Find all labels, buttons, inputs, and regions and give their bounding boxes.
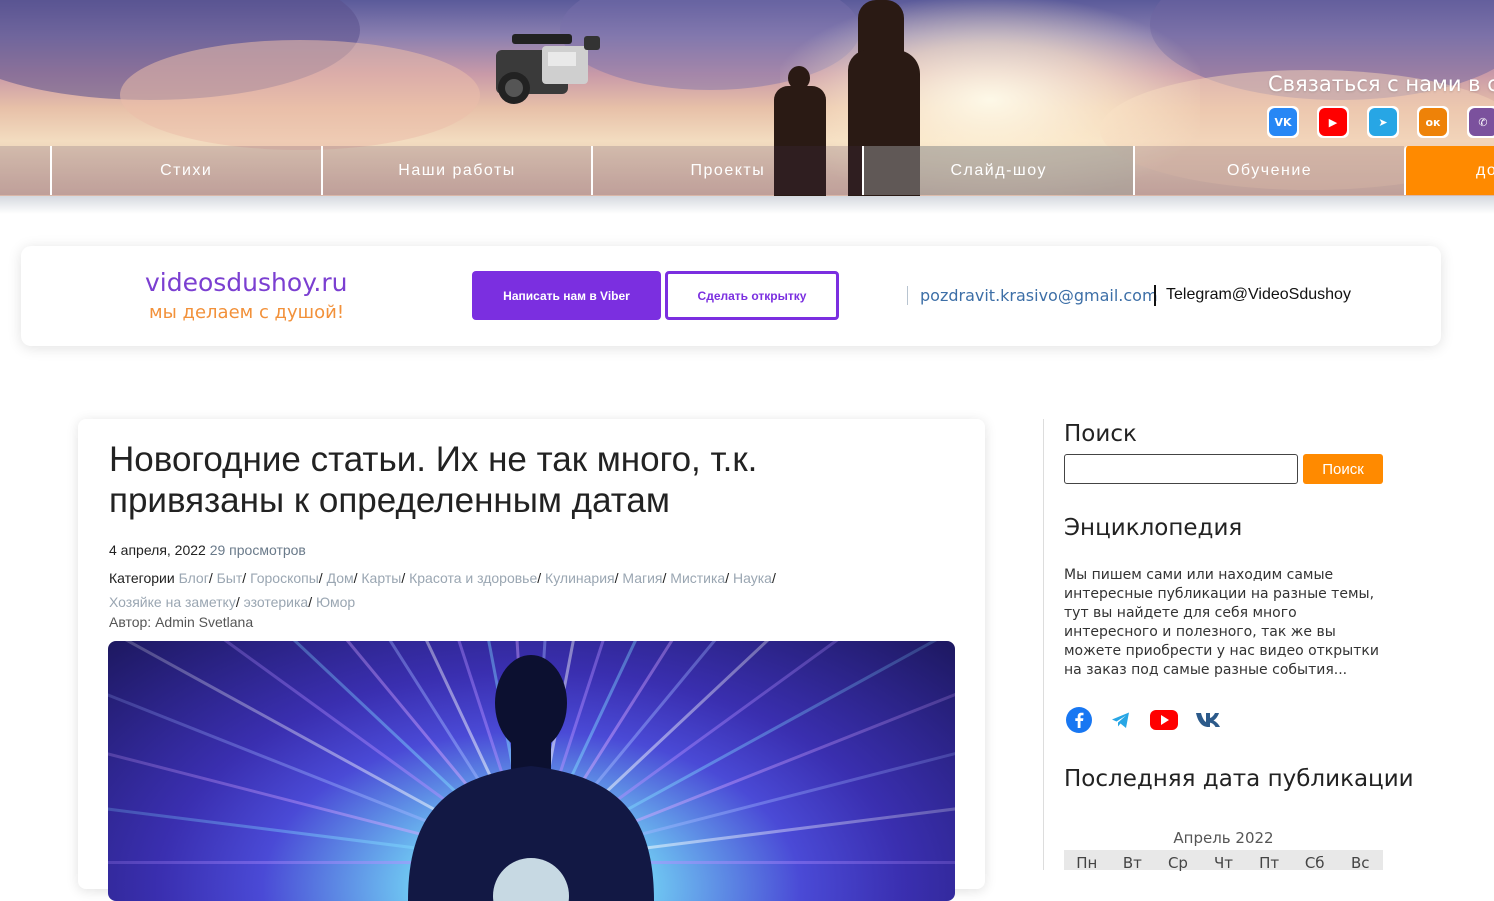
category-link[interactable]: эзотерика bbox=[244, 594, 309, 610]
vk-icon-glyph: VK bbox=[1269, 108, 1297, 136]
category-link[interactable]: Блог bbox=[179, 570, 209, 586]
telegram-link[interactable]: Telegram@VideoSdushoy bbox=[1166, 286, 1351, 304]
header-banner: Связаться с нами в с VK ▶ ➤ ок ✆ Стихи Наши … bbox=[0, 0, 1494, 196]
calendar-weekdays: Пн Вт Ср Чт Пт Сб Вс bbox=[1064, 850, 1383, 872]
email-link[interactable]: pozdravit.krasivo@gmail.com bbox=[920, 286, 1158, 305]
article-image bbox=[108, 641, 955, 901]
meditation-figure bbox=[408, 655, 654, 901]
make-card-button[interactable]: Сделать открытку bbox=[665, 271, 839, 320]
categories-label: Категории bbox=[109, 570, 175, 586]
calendar-weekday: Вс bbox=[1350, 854, 1370, 872]
odnoklassniki-icon[interactable]: ок bbox=[1417, 106, 1449, 138]
calendar-weekday: Вт bbox=[1122, 854, 1142, 872]
category-link[interactable]: Кулинария bbox=[545, 570, 615, 586]
calendar-weekday: Пн bbox=[1076, 854, 1098, 872]
nav-item-our-works[interactable]: Наши работы bbox=[320, 146, 592, 195]
top-bar: videosdushoy.ru мы делаем с душой! Напис… bbox=[21, 246, 1441, 346]
facebook-icon[interactable] bbox=[1066, 707, 1092, 733]
sidebar-divider bbox=[1043, 419, 1044, 870]
article-meta: 4 апреля, 2022 29 просмотров bbox=[109, 542, 306, 558]
category-separator: / bbox=[537, 570, 546, 586]
category-link[interactable]: Магия bbox=[622, 570, 662, 586]
contact-title: Связаться с нами в с bbox=[1268, 72, 1494, 96]
category-separator: / bbox=[401, 570, 410, 586]
search-input[interactable] bbox=[1064, 454, 1298, 484]
category-separator: / bbox=[318, 570, 327, 586]
category-separator: / bbox=[208, 570, 217, 586]
main-nav: Стихи Наши работы Проекты Слайд-шоу Обуч… bbox=[0, 146, 1494, 196]
calendar-weekday: Чт bbox=[1214, 854, 1234, 872]
nav-item-slideshow[interactable]: Слайд-шоу bbox=[862, 146, 1134, 195]
category-link[interactable]: Красота и здоровье bbox=[409, 570, 537, 586]
article-title: Новогодние статьи. Их не так много, т.к.… bbox=[109, 440, 758, 520]
article-categories: Категории Блог/ Быт/ Гороскопы/ Дом/ Кар… bbox=[109, 566, 869, 614]
category-link[interactable]: Хозяйке на заметку bbox=[109, 594, 236, 610]
search-button[interactable]: Поиск bbox=[1303, 454, 1383, 484]
viber-icon[interactable]: ✆ bbox=[1467, 106, 1494, 138]
category-separator: / bbox=[308, 594, 316, 610]
youtube-icon[interactable] bbox=[1150, 709, 1178, 731]
sidebar-social-row bbox=[1066, 707, 1223, 733]
encyclopedia-text: Мы пишем сами или находим самые интересн… bbox=[1064, 567, 1379, 678]
nav-item-blank[interactable] bbox=[0, 146, 50, 195]
viber-icon-glyph: ✆ bbox=[1469, 108, 1494, 136]
divider bbox=[907, 286, 908, 305]
header-shadow bbox=[0, 196, 1494, 214]
category-link[interactable]: Мистика bbox=[670, 570, 725, 586]
calendar-weekday: Ср bbox=[1167, 854, 1188, 872]
encyclopedia-title: Энциклопедия bbox=[1064, 515, 1243, 541]
last-publication-title: Последняя дата публикации bbox=[1064, 766, 1414, 792]
telegram-icon-glyph: ➤ bbox=[1369, 108, 1397, 136]
nav-item-poems[interactable]: Стихи bbox=[49, 146, 321, 195]
calendar-caption: Апрель 2022 bbox=[1173, 829, 1274, 847]
header-social-row: VK ▶ ➤ ок ✆ bbox=[1267, 106, 1494, 138]
category-link[interactable]: Гороскопы bbox=[250, 570, 319, 586]
video-camera-icon bbox=[496, 34, 600, 104]
vk-icon[interactable]: VK bbox=[1267, 106, 1299, 138]
article-date: 4 апреля, 2022 bbox=[109, 542, 206, 558]
telegram-icon[interactable]: ➤ bbox=[1367, 106, 1399, 138]
category-link[interactable]: Карты bbox=[361, 570, 401, 586]
nav-item-learning[interactable]: Обучение bbox=[1133, 146, 1404, 195]
cloud-decoration bbox=[120, 40, 480, 150]
viber-button[interactable]: Написать нам в Viber bbox=[472, 271, 661, 320]
article-card: Новогодние статьи. Их не так много, т.к.… bbox=[78, 419, 985, 901]
site-slogan: мы делаем с душой! bbox=[149, 302, 345, 323]
article-author: Автор: Admin Svetlana bbox=[109, 614, 254, 630]
calendar-weekday: Сб bbox=[1304, 854, 1325, 872]
category-separator: / bbox=[725, 570, 733, 586]
category-separator: / bbox=[771, 570, 776, 586]
nav-item-highlight[interactable]: до bbox=[1404, 146, 1494, 195]
category-separator: / bbox=[242, 570, 251, 586]
telegram-icon[interactable] bbox=[1109, 708, 1133, 732]
youtube-icon-glyph: ▶ bbox=[1319, 108, 1347, 136]
odnoklassniki-icon-glyph: ок bbox=[1419, 108, 1447, 136]
site-name[interactable]: videosdushoy.ru bbox=[145, 268, 348, 297]
search-title: Поиск bbox=[1064, 421, 1137, 447]
vk-icon[interactable] bbox=[1195, 711, 1223, 729]
category-link[interactable]: Наука bbox=[733, 570, 772, 586]
article-views: 29 просмотров bbox=[209, 542, 306, 558]
category-link[interactable]: Юмор bbox=[316, 594, 355, 610]
category-link[interactable]: Быт bbox=[217, 570, 243, 586]
category-link[interactable]: Дом bbox=[327, 570, 354, 586]
category-separator: / bbox=[235, 594, 244, 610]
nav-item-projects[interactable]: Проекты bbox=[591, 146, 863, 195]
youtube-icon[interactable]: ▶ bbox=[1317, 106, 1349, 138]
divider bbox=[1154, 285, 1156, 306]
calendar-weekday: Пт bbox=[1259, 854, 1280, 872]
